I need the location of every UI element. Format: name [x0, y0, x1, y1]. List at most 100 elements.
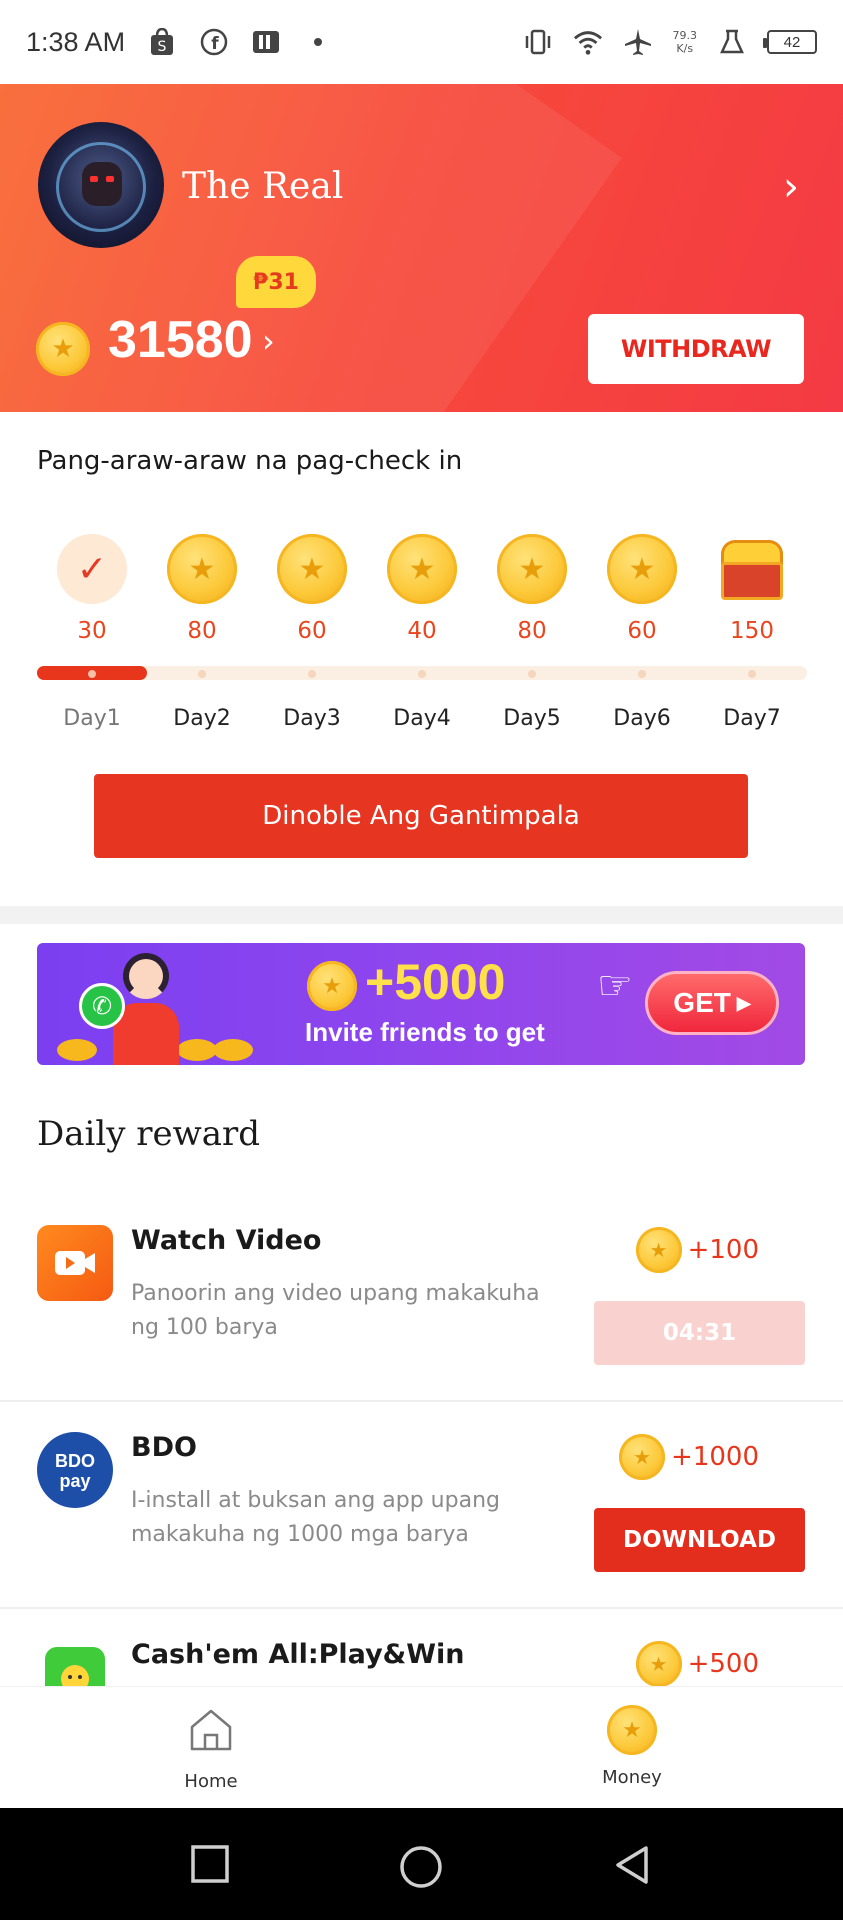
- reward-amount: ★ +500: [635, 1641, 759, 1687]
- coin-stack: [57, 1039, 97, 1061]
- reward-name: BDO: [131, 1432, 197, 1463]
- checkin-day-6[interactable]: ★ 60: [587, 534, 697, 644]
- day-label: Day3: [283, 706, 341, 731]
- peso-balance-badge: ₱31: [236, 256, 316, 308]
- checkin-day-1[interactable]: ✓ 30: [37, 534, 147, 644]
- day-reward-value: 80: [187, 618, 217, 644]
- whatsapp-icon: ✆: [79, 983, 125, 1029]
- checkin-day-7[interactable]: 150: [697, 534, 807, 644]
- back-icon[interactable]: [612, 1844, 652, 1890]
- day-label: Day6: [613, 706, 671, 731]
- day-reward-value: 40: [407, 618, 437, 644]
- network-speed: 79.3 K/s: [673, 29, 698, 55]
- status-bar: 1:38 AM S f 79.3 K/s 42: [0, 0, 843, 84]
- money-coin-icon: ★: [607, 1705, 657, 1755]
- get-button-label: GET: [673, 987, 731, 1018]
- day-label: Day7: [723, 706, 781, 731]
- treasure-chest-icon: [717, 534, 787, 604]
- reward-amount-value: +1000: [671, 1442, 759, 1472]
- coin-icon: ★: [387, 534, 457, 604]
- day-label: Day5: [503, 706, 561, 731]
- progress-dot: [88, 670, 96, 678]
- shopee-icon: S: [147, 27, 177, 57]
- coin-icon: ★: [167, 534, 237, 604]
- network-speed-unit: K/s: [676, 42, 694, 55]
- double-reward-button[interactable]: Dinoble Ang Gantimpala: [94, 774, 748, 858]
- balance-chevron-icon[interactable]: ›: [262, 322, 275, 360]
- checkin-day-2[interactable]: ★ 80: [147, 534, 257, 644]
- coin-icon: ★: [307, 961, 357, 1011]
- wifi-icon: [573, 27, 603, 57]
- reward-description: I-install at buksan ang app upang makaku…: [131, 1488, 500, 1547]
- reward-name: Watch Video: [131, 1225, 322, 1256]
- reward-amount: ★ +100: [635, 1227, 759, 1273]
- day-reward-value: 60: [627, 618, 657, 644]
- checkin-progress-bar: [37, 666, 807, 680]
- facebook-icon: f: [199, 27, 229, 57]
- invite-text: Invite friends to get: [305, 1017, 545, 1047]
- reward-amount: ★ +1000: [619, 1434, 759, 1480]
- reward-item-watch-video: Watch Video Panoorin ang video upang mak…: [0, 1195, 843, 1402]
- reward-description: Panoorin ang video upang makakuha ng 100…: [131, 1281, 540, 1340]
- recent-apps-icon[interactable]: [190, 1844, 230, 1888]
- coin-icon: ★: [277, 534, 347, 604]
- day-reward-value: 80: [517, 618, 547, 644]
- nav-money[interactable]: ★ Money: [552, 1705, 712, 1788]
- svg-text:S: S: [158, 39, 167, 55]
- watch-video-countdown-button[interactable]: 04:31: [594, 1301, 805, 1365]
- progress-dot: [638, 670, 646, 678]
- day-reward-value: 150: [730, 618, 774, 644]
- get-button[interactable]: GET ▶: [645, 971, 779, 1035]
- progress-dot: [528, 670, 536, 678]
- coin-icon: ★: [619, 1434, 666, 1480]
- coin-stack: [213, 1039, 253, 1061]
- bdo-pay-icon: BDO pay: [37, 1432, 113, 1508]
- section-divider: [0, 906, 843, 924]
- day-label: Day2: [173, 706, 231, 731]
- avatar[interactable]: [38, 122, 164, 248]
- day-label: Day4: [393, 706, 451, 731]
- coin-icon: ★: [497, 534, 567, 604]
- nav-home[interactable]: Home: [131, 1705, 291, 1792]
- bottom-navigation: Home ★ Money: [0, 1686, 843, 1808]
- checkin-day-5[interactable]: ★ 80: [477, 534, 587, 644]
- daily-reward-title: Daily reward: [37, 1114, 261, 1154]
- chevron-right-icon[interactable]: ›: [783, 164, 799, 210]
- coin-icon: ★: [635, 1641, 682, 1687]
- vibrate-icon: [523, 27, 553, 57]
- nav-home-label: Home: [184, 1771, 238, 1792]
- day-reward-value: 30: [77, 618, 107, 644]
- svg-text:pay: pay: [59, 1471, 90, 1491]
- reward-name: Cash'em All:Play&Win: [131, 1639, 465, 1670]
- more-notifications-dot-icon: [303, 27, 333, 57]
- checkin-day-3[interactable]: ★ 60: [257, 534, 367, 644]
- withdraw-button[interactable]: WITHDRAW: [588, 314, 804, 384]
- system-navigation-bar: [0, 1808, 843, 1920]
- profile-header[interactable]: The Real › ₱31 ★ 31580 › WITHDRAW: [0, 84, 843, 412]
- battery-level: 42: [783, 33, 801, 51]
- coin-icon: ★: [36, 322, 90, 376]
- nav-money-label: Money: [602, 1767, 662, 1788]
- pointing-hand-icon: ☞: [597, 963, 633, 1009]
- progress-dot: [748, 670, 756, 678]
- lab-flask-icon: [717, 27, 747, 57]
- battery-indicator: 42: [763, 30, 817, 54]
- reward-amount-value: +500: [687, 1649, 759, 1679]
- home-button-icon[interactable]: [398, 1844, 444, 1894]
- svg-text:f: f: [211, 34, 219, 54]
- progress-dot: [418, 670, 426, 678]
- checkin-title: Pang-araw-araw na pag-check in: [37, 446, 463, 476]
- svg-text:BDO: BDO: [55, 1451, 95, 1471]
- progress-dot: [198, 670, 206, 678]
- airplane-mode-icon: [623, 27, 653, 57]
- invite-friends-banner[interactable]: ✆ ★ +5000 ☞ Invite friends to get GET ▶: [37, 943, 805, 1065]
- download-button[interactable]: DOWNLOAD: [594, 1508, 805, 1572]
- checkin-day-4[interactable]: ★ 40: [367, 534, 477, 644]
- video-icon: [37, 1225, 113, 1301]
- reward-amount-value: +100: [687, 1235, 759, 1265]
- coin-balance[interactable]: 31580: [108, 310, 253, 370]
- network-speed-value: 79.3: [672, 29, 698, 42]
- coin-icon: ★: [635, 1227, 682, 1273]
- username: The Real: [182, 166, 344, 207]
- daily-checkin-section: Pang-araw-araw na pag-check in ✓ 30 ★ 80…: [0, 412, 843, 906]
